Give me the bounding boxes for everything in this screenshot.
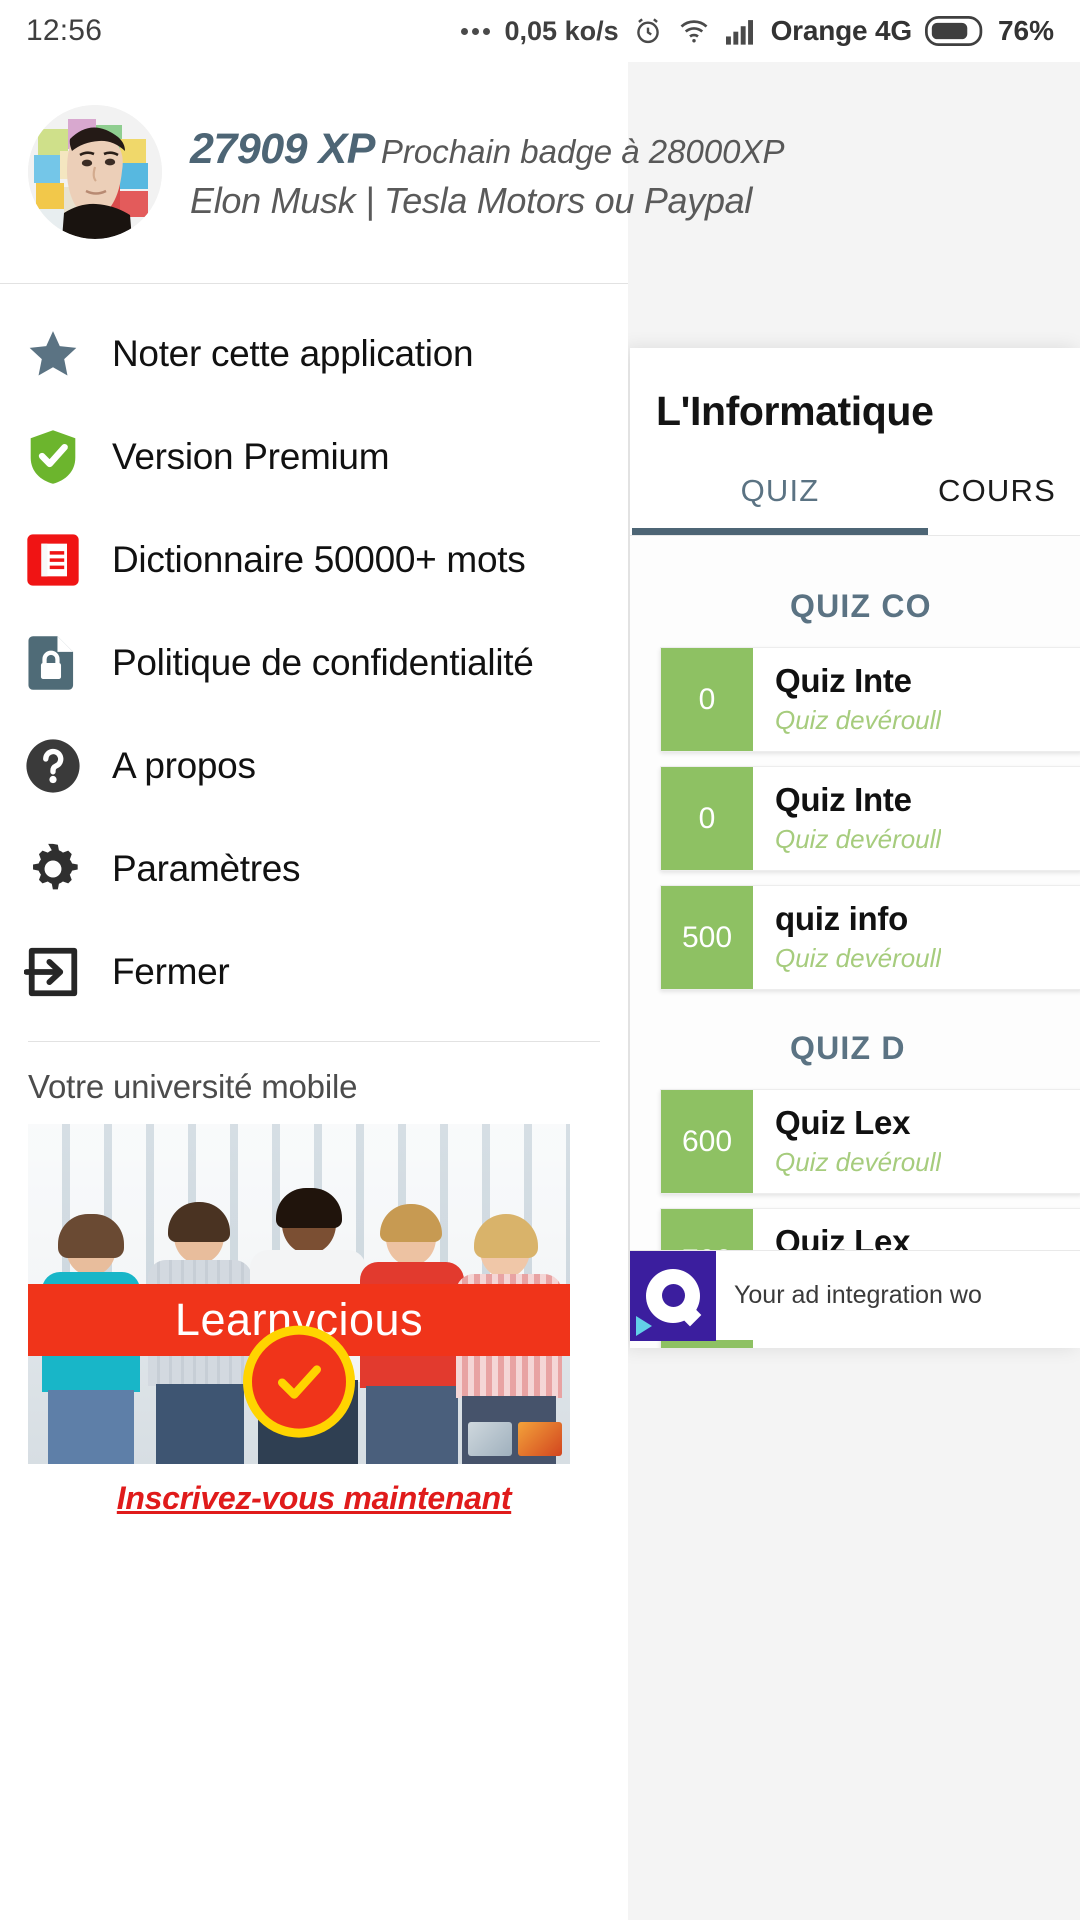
star-icon <box>22 323 84 385</box>
menu-item-label: Dictionnaire 50000+ mots <box>112 538 526 580</box>
menu-item-about[interactable]: A propos <box>0 714 628 817</box>
gear-icon <box>22 838 84 900</box>
panel-title: L'Informatique <box>656 388 934 434</box>
table-row[interactable]: 0 Quiz Inte Quiz devéroull <box>660 766 1080 871</box>
quiz-subtitle: Quiz devéroull <box>775 705 942 735</box>
menu-item-premium[interactable]: Version Premium <box>0 405 628 508</box>
question-circle-icon <box>22 735 84 797</box>
promo-badge-thumbs <box>468 1422 562 1456</box>
quiz-section-heading: QUIZ D <box>790 1030 906 1066</box>
panel-tabs: QUIZ COURS <box>630 473 1080 535</box>
status-bar: 12:56 0,05 ko/s Orange 4G 76% <box>0 0 1080 62</box>
quiz-score-tile: 0 <box>661 648 753 751</box>
table-row[interactable]: 600 Quiz Lex Quiz devéroull <box>660 1089 1080 1194</box>
exit-icon <box>22 941 84 1003</box>
drawer-menu: Noter cette application Version Premium <box>0 284 628 1023</box>
shield-check-icon <box>22 426 84 488</box>
navigation-drawer: 27909 XP Prochain badge à 28000XP Elon Mu… <box>0 62 785 1920</box>
quiz-subtitle: Quiz devéroull <box>775 943 942 973</box>
status-time: 12:56 <box>26 14 103 47</box>
ad-play-triangle-icon <box>636 1315 652 1336</box>
promo-title: Votre université mobile <box>28 1068 358 1105</box>
menu-item-label: Version Premium <box>112 435 390 477</box>
quiz-section-heading: QUIZ CO <box>790 588 932 624</box>
quiz-subtitle: Quiz devéroull <box>775 824 942 854</box>
menu-item-label: Paramètres <box>112 847 301 889</box>
menu-item-settings[interactable]: Paramètres <box>0 817 628 920</box>
document-lock-icon <box>22 632 84 694</box>
quiz-title: Quiz Inte <box>775 662 912 699</box>
promo-banner-image[interactable]: Learnycious <box>28 1124 570 1464</box>
menu-item-label: Politique de confidentialité <box>112 641 534 683</box>
promo-cta-label: Inscrivez-vous maintenant <box>116 1480 512 1516</box>
menu-item-label: Noter cette application <box>112 332 474 374</box>
avatar <box>28 104 162 239</box>
signal-icon <box>724 16 758 46</box>
menu-item-label: A propos <box>112 744 256 786</box>
battery-icon <box>924 15 985 47</box>
quiz-title: quiz info <box>775 900 908 937</box>
profile-text: 27909 XP Prochain badge à 28000XP Elon Mu… <box>190 121 785 222</box>
alarm-icon <box>632 15 664 47</box>
quiz-title: Quiz Lex <box>775 1104 911 1141</box>
ad-logo-icon <box>630 1250 716 1341</box>
menu-item-close[interactable]: Fermer <box>0 920 628 1023</box>
network-speed-label: 0,05 ko/s <box>504 15 619 46</box>
table-row[interactable]: 500 quiz info Quiz devéroull <box>660 885 1080 990</box>
ad-text: Your ad integration wo <box>734 1281 982 1309</box>
profile-name: Elon Musk | Tesla Motors ou Paypal <box>190 180 753 221</box>
tab-active-indicator <box>632 528 928 535</box>
menu-item-label: Fermer <box>112 950 230 992</box>
ad-banner[interactable]: Your ad integration wo <box>630 1250 1080 1341</box>
status-right-group: 0,05 ko/s Orange 4G 76% <box>460 15 1054 47</box>
tab-cours[interactable]: COURS <box>938 473 1056 535</box>
overflow-dots-icon <box>460 27 490 35</box>
xp-value: 27909 XP <box>190 125 375 173</box>
menu-item-rate-app[interactable]: Noter cette application <box>0 302 628 405</box>
wifi-icon <box>677 15 711 47</box>
next-badge-label: Prochain badge à 28000XP <box>380 133 785 170</box>
quiz-list: QUIZ CO 0 Quiz Inte Quiz devéroull 0 Qui… <box>630 535 1080 1348</box>
table-row[interactable]: 0 Quiz Inte Quiz devéroull <box>660 647 1080 752</box>
promo-cta-link[interactable]: Inscrivez-vous maintenant <box>28 1480 600 1517</box>
quiz-title: Quiz Lex <box>775 1342 941 1348</box>
quiz-score-tile: 0 <box>661 767 753 870</box>
dictionary-icon <box>22 529 84 591</box>
quiz-title: Quiz Inte <box>775 781 912 818</box>
promo-check-badge <box>243 1325 355 1438</box>
quiz-subtitle: Quiz devéroull <box>775 1147 942 1177</box>
carrier-label: Orange 4G <box>770 15 913 46</box>
quiz-panel: L'Informatique QUIZ COURS QUIZ CO 0 Quiz… <box>630 348 1080 1348</box>
menu-item-dictionary[interactable]: Dictionnaire 50000+ mots <box>0 508 628 611</box>
menu-item-privacy-policy[interactable]: Politique de confidentialité <box>0 611 628 714</box>
profile-header[interactable]: 27909 XP Prochain badge à 28000XP Elon Mu… <box>0 62 785 284</box>
tab-quiz[interactable]: QUIZ <box>632 473 928 535</box>
battery-percent-label: 76% <box>997 15 1054 46</box>
quiz-score-tile: 600 <box>661 1090 753 1193</box>
quiz-score-tile: 500 <box>661 886 753 989</box>
